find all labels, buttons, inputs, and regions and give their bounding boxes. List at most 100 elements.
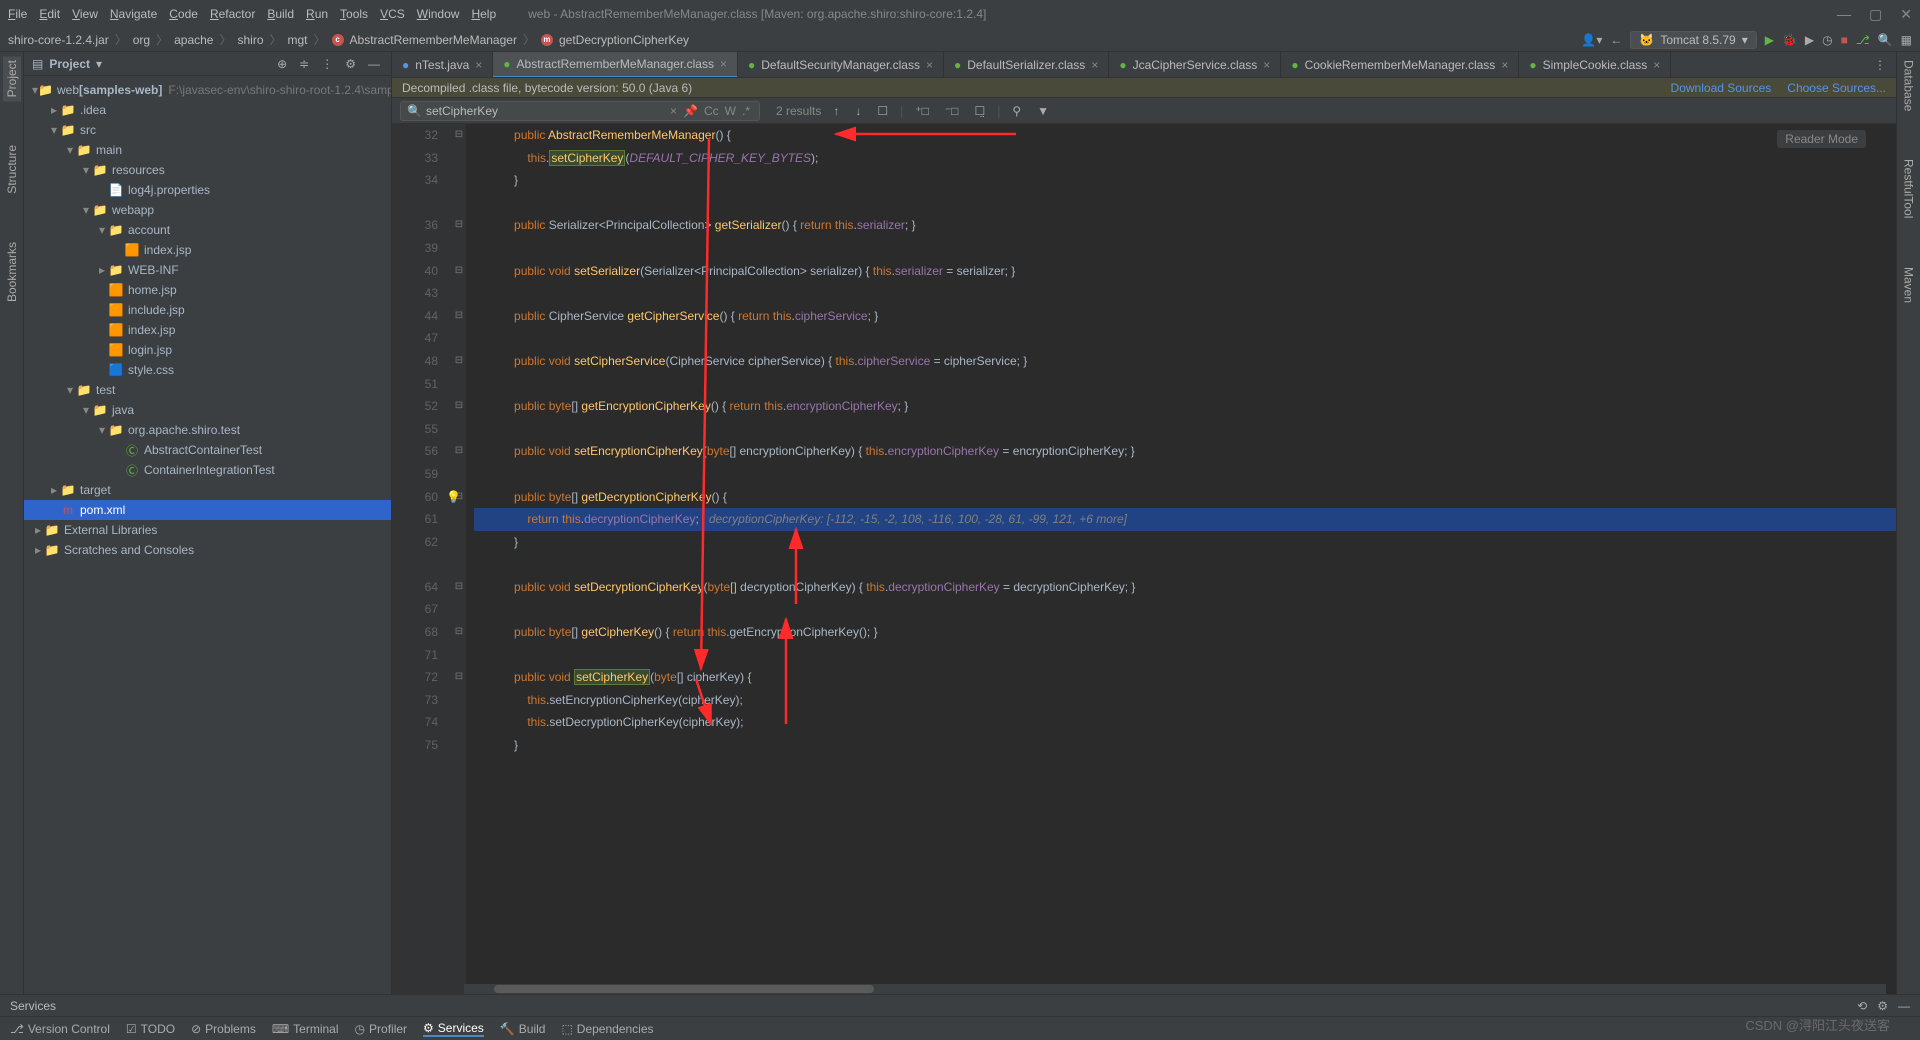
tree-node[interactable]: ▸📁Scratches and Consoles xyxy=(24,540,391,560)
breadcrumb-item[interactable]: mgt xyxy=(288,33,308,47)
breadcrumb-item[interactable]: org xyxy=(133,33,150,47)
close-tab-icon[interactable]: × xyxy=(720,57,727,71)
choose-sources-link[interactable]: Choose Sources... xyxy=(1787,81,1886,95)
tree-node[interactable]: 🟧index.jsp xyxy=(24,320,391,340)
tree-node[interactable]: ▾📁webapp xyxy=(24,200,391,220)
menu-edit[interactable]: Edit xyxy=(39,7,60,21)
close-tab-icon[interactable]: × xyxy=(926,58,933,72)
run-config-selector[interactable]: 🐱 Tomcat 8.5.79 ▾ xyxy=(1630,31,1756,49)
download-sources-link[interactable]: Download Sources xyxy=(1671,81,1772,95)
back-icon[interactable]: ← xyxy=(1610,33,1622,47)
close-icon[interactable]: ✕ xyxy=(1900,6,1912,23)
breadcrumb-item[interactable]: getDecryptionCipherKey xyxy=(559,33,689,47)
services-panel-header[interactable]: Services ⟲ ⚙ — xyxy=(0,994,1920,1016)
settings-icon[interactable]: ▦ xyxy=(1901,33,1912,47)
breadcrumb-item[interactable]: shiro-core-1.2.4.jar xyxy=(8,33,109,47)
profile-icon[interactable]: ◷ xyxy=(1822,33,1832,47)
git-icon[interactable]: ⎇ xyxy=(1856,33,1870,47)
project-tree[interactable]: ▾📁web [samples-web]F:\javasec-env\shiro-… xyxy=(24,76,391,994)
tool-tab-bookmarks[interactable]: Bookmarks xyxy=(3,238,21,306)
bottom-tool-dependencies[interactable]: ⬚Dependencies xyxy=(561,1022,653,1036)
menu-tools[interactable]: Tools xyxy=(340,7,368,21)
user-icon[interactable]: 👤▾ xyxy=(1581,33,1602,47)
menu-build[interactable]: Build xyxy=(267,7,294,21)
tabs-overflow[interactable]: ⋮ xyxy=(1864,58,1896,72)
editor-tab[interactable]: ●CookieRememberMeManager.class× xyxy=(1281,52,1519,78)
search-icon[interactable]: 🔍 xyxy=(1878,33,1893,47)
tool-tab-project[interactable]: Project xyxy=(3,56,21,101)
tree-node[interactable]: ▸📁.idea xyxy=(24,100,391,120)
tool-tab-restful[interactable]: RestfulTool xyxy=(1900,155,1918,222)
project-view-icon[interactable]: ▤ xyxy=(32,57,43,71)
stop-icon[interactable]: ■ xyxy=(1841,33,1848,47)
horizontal-scrollbar[interactable] xyxy=(464,984,1886,994)
editor-tab[interactable]: ●DefaultSerializer.class× xyxy=(944,52,1109,78)
breadcrumb-item[interactable]: shiro xyxy=(237,33,263,47)
editor-tab[interactable]: ●DefaultSecurityManager.class× xyxy=(738,52,944,78)
menu-refactor[interactable]: Refactor xyxy=(210,7,255,21)
select-occurrences-icon[interactable]: ☐̤ xyxy=(970,104,989,118)
close-tab-icon[interactable]: × xyxy=(1501,58,1508,72)
project-tool-title[interactable]: Project xyxy=(49,57,90,71)
hide-icon[interactable]: — xyxy=(365,57,383,71)
tree-node[interactable]: 🟧home.jsp xyxy=(24,280,391,300)
run-icon[interactable]: ▶ xyxy=(1765,33,1774,47)
close-tab-icon[interactable]: × xyxy=(1263,58,1270,72)
bottom-tool-terminal[interactable]: ⌨Terminal xyxy=(272,1022,339,1036)
editor-tab[interactable]: ●AbstractRememberMeManager.class× xyxy=(493,52,738,78)
editor-tab[interactable]: ●nTest.java× xyxy=(392,52,493,78)
bottom-tool-build[interactable]: 🔨Build xyxy=(500,1022,546,1036)
menu-view[interactable]: View xyxy=(72,7,98,21)
line-gutter[interactable]: 3233343639404344474851525556596061626467… xyxy=(392,124,452,994)
bottom-tool-todo[interactable]: ☑TODO xyxy=(126,1022,175,1036)
tree-node[interactable]: ▾📁java xyxy=(24,400,391,420)
minimize-icon[interactable]: — xyxy=(1837,6,1851,23)
coverage-icon[interactable]: ▶ xyxy=(1805,33,1814,47)
next-match-icon[interactable]: ↓ xyxy=(851,104,865,118)
menu-file[interactable]: File xyxy=(8,7,27,21)
fold-gutter[interactable]: ⊟⊟⊟⊟⊟⊟⊟⊟⊟⊟⊟ xyxy=(452,124,466,994)
pin-icon[interactable]: 📌 xyxy=(680,104,701,118)
restore-layout-icon[interactable]: ⟲ xyxy=(1857,999,1867,1013)
tree-node[interactable]: 🟧include.jsp xyxy=(24,300,391,320)
tree-node[interactable]: ▾📁main xyxy=(24,140,391,160)
find-input-wrapper[interactable]: 🔍 × 📌 Cc W .* xyxy=(400,101,760,121)
tree-node[interactable]: 🟦style.css xyxy=(24,360,391,380)
code-source[interactable]: public AbstractRememberMeManager() { thi… xyxy=(466,124,1896,994)
gear-icon[interactable]: ⚙ xyxy=(342,57,359,71)
menu-code[interactable]: Code xyxy=(169,7,198,21)
collapse-all-icon[interactable]: ⋮ xyxy=(318,57,336,71)
close-tab-icon[interactable]: × xyxy=(1653,58,1660,72)
code-editor[interactable]: 3233343639404344474851525556596061626467… xyxy=(392,124,1896,994)
breadcrumb-item[interactable]: AbstractRememberMeManager xyxy=(350,33,517,47)
select-opened-icon[interactable]: ⊕ xyxy=(274,57,290,71)
tree-node[interactable]: mpom.xml xyxy=(24,500,391,520)
case-toggle[interactable]: Cc xyxy=(701,104,722,118)
filter2-icon[interactable]: ▼ xyxy=(1033,104,1053,118)
bottom-tool-services[interactable]: ⚙Services xyxy=(423,1021,484,1037)
chevron-down-icon[interactable]: ▾ xyxy=(96,57,102,71)
tree-node[interactable]: ▾📁account xyxy=(24,220,391,240)
editor-tab[interactable]: ●SimpleCookie.class× xyxy=(1519,52,1671,78)
tree-node[interactable]: ▾📁org.apache.shiro.test xyxy=(24,420,391,440)
expand-all-icon[interactable]: ≑ xyxy=(296,57,312,71)
menu-vcs[interactable]: VCS xyxy=(380,7,405,21)
close-tab-icon[interactable]: × xyxy=(1091,58,1098,72)
filter-icon[interactable]: ⚲ xyxy=(1008,104,1025,118)
tree-node[interactable]: ▾📁test xyxy=(24,380,391,400)
bottom-tool-problems[interactable]: ⊘Problems xyxy=(191,1022,256,1036)
tree-node[interactable]: ⒸContainerIntegrationTest xyxy=(24,460,391,480)
close-tab-icon[interactable]: × xyxy=(475,58,482,72)
select-all-icon[interactable]: ☐ xyxy=(873,104,892,118)
bottom-tool-profiler[interactable]: ◷Profiler xyxy=(355,1022,408,1036)
gear-icon[interactable]: ⚙ xyxy=(1877,999,1888,1013)
remove-selection-icon[interactable]: ⁻□ xyxy=(941,104,963,118)
tree-node[interactable]: 📄log4j.properties xyxy=(24,180,391,200)
word-toggle[interactable]: W xyxy=(722,104,739,118)
menu-navigate[interactable]: Navigate xyxy=(110,7,157,21)
hide-icon[interactable]: — xyxy=(1898,999,1910,1013)
tree-node[interactable]: ▾📁src xyxy=(24,120,391,140)
regex-toggle[interactable]: .* xyxy=(739,104,753,118)
menu-run[interactable]: Run xyxy=(306,7,328,21)
tree-node[interactable]: ▸📁External Libraries xyxy=(24,520,391,540)
